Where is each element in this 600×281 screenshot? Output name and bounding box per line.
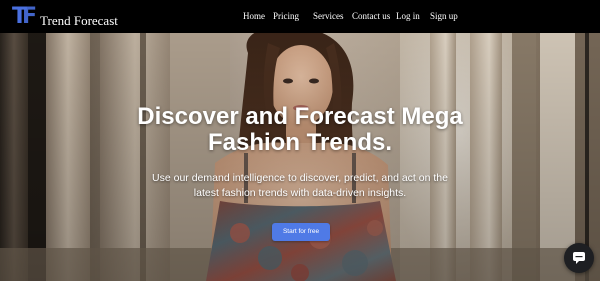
chat-widget-button[interactable]	[564, 243, 594, 273]
chat-icon	[573, 252, 585, 264]
brand-logo[interactable]: T F Trend Forecast	[12, 5, 118, 29]
hero-section	[0, 33, 600, 281]
top-navigation-bar: T F Trend Forecast Home Pricing Services…	[0, 0, 600, 33]
nav-contact-link[interactable]: Contact us	[352, 11, 390, 21]
nav-login-link[interactable]: Log in	[396, 11, 420, 21]
hero-headline: Discover and Forecast Mega Fashion Trend…	[137, 103, 463, 156]
nav-services-link[interactable]: Services	[313, 11, 344, 21]
page: T F Trend Forecast Home Pricing Services…	[0, 0, 600, 281]
logo-mark: T F	[12, 4, 38, 29]
hero-background-image	[0, 33, 600, 281]
nav-home-link[interactable]: Home	[243, 11, 265, 21]
nav-signup-link[interactable]: Sign up	[430, 11, 458, 21]
nav-pricing-link[interactable]: Pricing	[273, 11, 299, 21]
brand-name: Trend Forecast	[40, 13, 118, 28]
start-for-free-button[interactable]: Start for free	[272, 223, 330, 241]
hero-subheadline: Use our demand intelligence to discover,…	[152, 172, 448, 199]
